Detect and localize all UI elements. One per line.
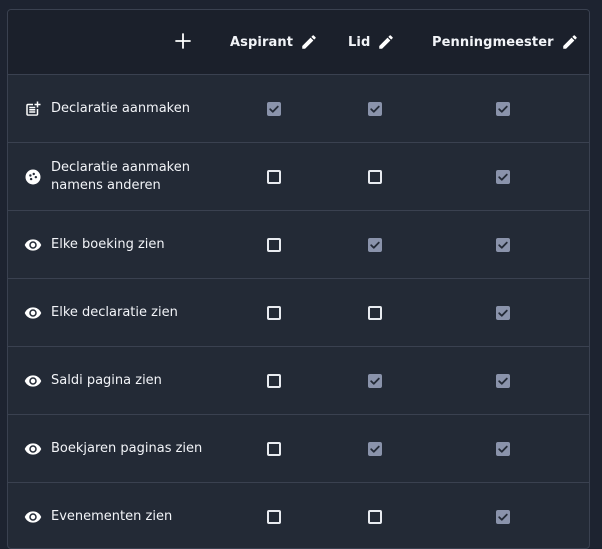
- table-header: Aspirant Lid Penningmeester: [8, 10, 589, 75]
- checkbox-checked[interactable]: [496, 238, 510, 252]
- permission-label: Declaratie aanmaken namens anderen: [51, 160, 190, 193]
- plus-icon[interactable]: [174, 32, 192, 50]
- check-icon: [370, 105, 380, 113]
- column-label: Aspirant: [230, 34, 294, 50]
- check-icon: [370, 377, 380, 385]
- checkbox-unchecked[interactable]: [267, 238, 281, 252]
- checkbox-unchecked[interactable]: [368, 510, 382, 524]
- pencil-icon[interactable]: [300, 33, 318, 51]
- table-row: Saldi pagina zien: [8, 347, 589, 415]
- checkbox-checked[interactable]: [496, 374, 510, 388]
- checkbox-checked[interactable]: [368, 442, 382, 456]
- checkbox-checked[interactable]: [496, 510, 510, 524]
- check-icon: [498, 377, 508, 385]
- checkbox-checked[interactable]: [368, 102, 382, 116]
- checkbox-unchecked[interactable]: [267, 510, 281, 524]
- pencil-icon[interactable]: [561, 33, 579, 51]
- permission-label: Declaratie aanmaken: [51, 101, 190, 116]
- column-header-aspirant: Aspirant: [230, 32, 318, 52]
- checkbox-checked[interactable]: [496, 170, 510, 184]
- checkbox-unchecked[interactable]: [267, 442, 281, 456]
- column-label: Penningmeester: [432, 34, 554, 50]
- table-row: Boekjaren paginas zien: [8, 415, 589, 483]
- column-label: Lid: [348, 34, 371, 50]
- table-row: Declaratie aanmaken: [8, 75, 589, 143]
- face-icon: [25, 169, 41, 185]
- check-icon: [498, 513, 508, 521]
- checkbox-unchecked[interactable]: [368, 170, 382, 184]
- eye-icon: [24, 443, 42, 455]
- permission-label: Elke boeking zien: [51, 237, 165, 252]
- table-row: Evenementen zien: [8, 483, 589, 548]
- eye-icon: [24, 239, 42, 251]
- check-icon: [498, 445, 508, 453]
- checkbox-unchecked[interactable]: [267, 374, 281, 388]
- table-row: Elke boeking zien: [8, 211, 589, 279]
- permission-label: Saldi pagina zien: [51, 373, 162, 388]
- table-row: Declaratie aanmaken namens anderen: [8, 143, 589, 211]
- column-header-penningmeester: Penningmeester: [432, 32, 579, 52]
- checkbox-checked[interactable]: [496, 442, 510, 456]
- checkbox-checked[interactable]: [496, 102, 510, 116]
- eye-icon: [24, 511, 42, 523]
- checkbox-unchecked[interactable]: [267, 306, 281, 320]
- check-icon: [498, 105, 508, 113]
- post-add-icon: [26, 101, 41, 116]
- column-header-lid: Lid: [348, 32, 395, 52]
- permission-label: Boekjaren paginas zien: [51, 441, 203, 456]
- checkbox-unchecked[interactable]: [267, 170, 281, 184]
- check-icon: [370, 241, 380, 249]
- check-icon: [370, 445, 380, 453]
- eye-icon: [24, 375, 42, 387]
- checkbox-checked[interactable]: [267, 102, 281, 116]
- permission-label: Evenementen zien: [51, 509, 173, 524]
- table-row: Elke declaratie zien: [8, 279, 589, 347]
- permission-label: Elke declaratie zien: [51, 305, 178, 320]
- check-icon: [498, 241, 508, 249]
- permissions-table: Aspirant Lid Penningmeester Declaratie a…: [7, 9, 590, 549]
- check-icon: [498, 309, 508, 317]
- check-icon: [498, 173, 508, 181]
- eye-icon: [24, 307, 42, 319]
- checkbox-checked[interactable]: [368, 374, 382, 388]
- checkbox-checked[interactable]: [496, 306, 510, 320]
- checkbox-checked[interactable]: [368, 238, 382, 252]
- checkbox-unchecked[interactable]: [368, 306, 382, 320]
- check-icon: [269, 105, 279, 113]
- pencil-icon[interactable]: [377, 33, 395, 51]
